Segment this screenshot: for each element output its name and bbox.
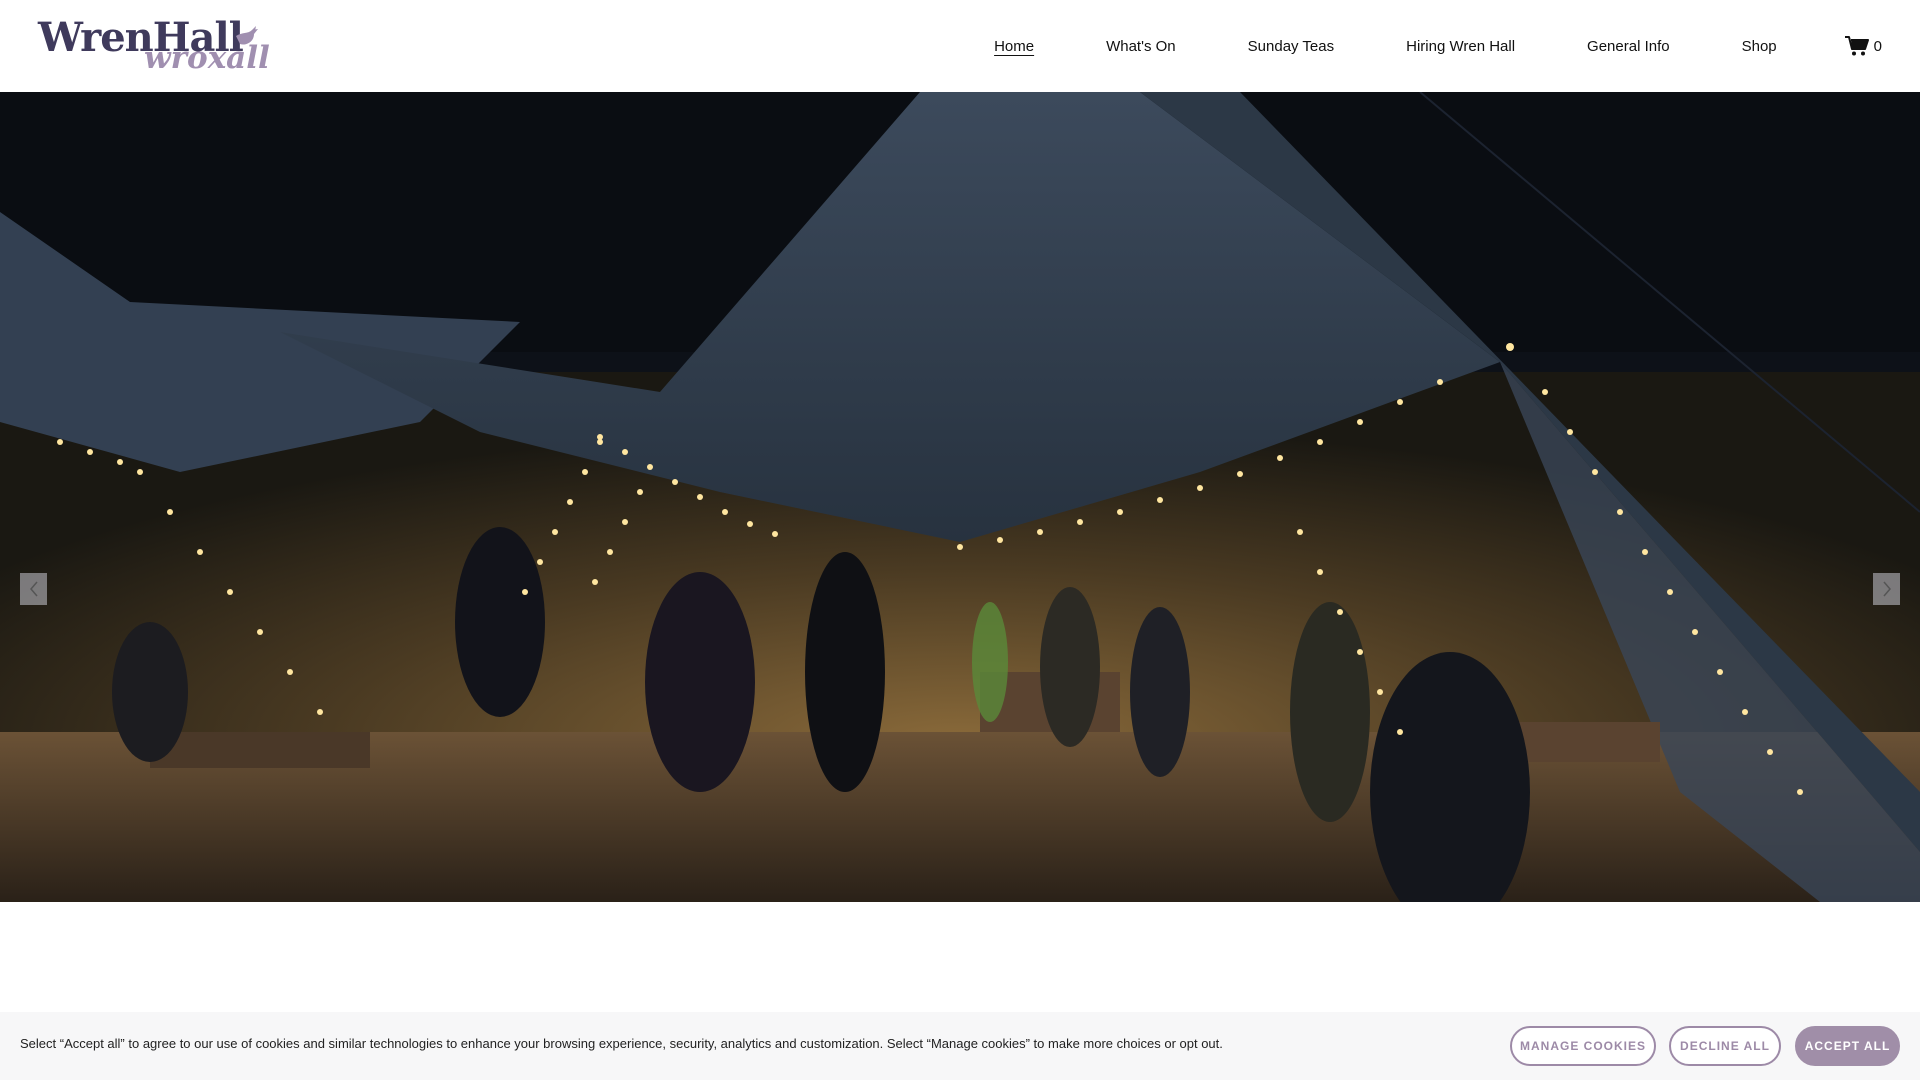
nav-sunday-teas[interactable]: Sunday Teas [1248, 38, 1334, 55]
manage-cookies-button[interactable]: MANAGE COOKIES [1510, 1026, 1656, 1066]
cart-button[interactable]: 0 [1844, 35, 1882, 57]
nav-general-info[interactable]: General Info [1587, 38, 1670, 55]
main-nav: Home What's On Sunday Teas Hiring Wren H… [922, 0, 1882, 92]
cookie-banner: Select “Accept all” to agree to our use … [0, 1012, 1920, 1080]
nav-whats-on[interactable]: What's On [1106, 38, 1176, 55]
wren-bird-icon [236, 26, 258, 45]
slideshow-next-button[interactable] [1873, 573, 1900, 605]
decline-all-button[interactable]: DECLINE ALL [1669, 1026, 1781, 1066]
hero-slideshow [0, 92, 1920, 902]
nav-home[interactable]: Home [994, 38, 1034, 55]
nav-shop[interactable]: Shop [1742, 38, 1777, 55]
accept-all-button[interactable]: ACCEPT ALL [1795, 1026, 1900, 1066]
hero-image [0, 92, 1920, 902]
site-header: WrenHall wroxall Home What's On Sunday T… [0, 0, 1920, 92]
cart-icon [1844, 36, 1869, 56]
cart-count: 0 [1873, 37, 1882, 55]
site-logo[interactable]: WrenHall wroxall [38, 16, 270, 77]
chevron-left-icon [29, 581, 38, 597]
nav-hiring-wren-hall[interactable]: Hiring Wren Hall [1406, 38, 1515, 55]
slideshow-prev-button[interactable] [20, 573, 47, 605]
chevron-right-icon [1882, 581, 1891, 597]
cookie-banner-text: Select “Accept all” to agree to our use … [20, 1036, 1223, 1051]
